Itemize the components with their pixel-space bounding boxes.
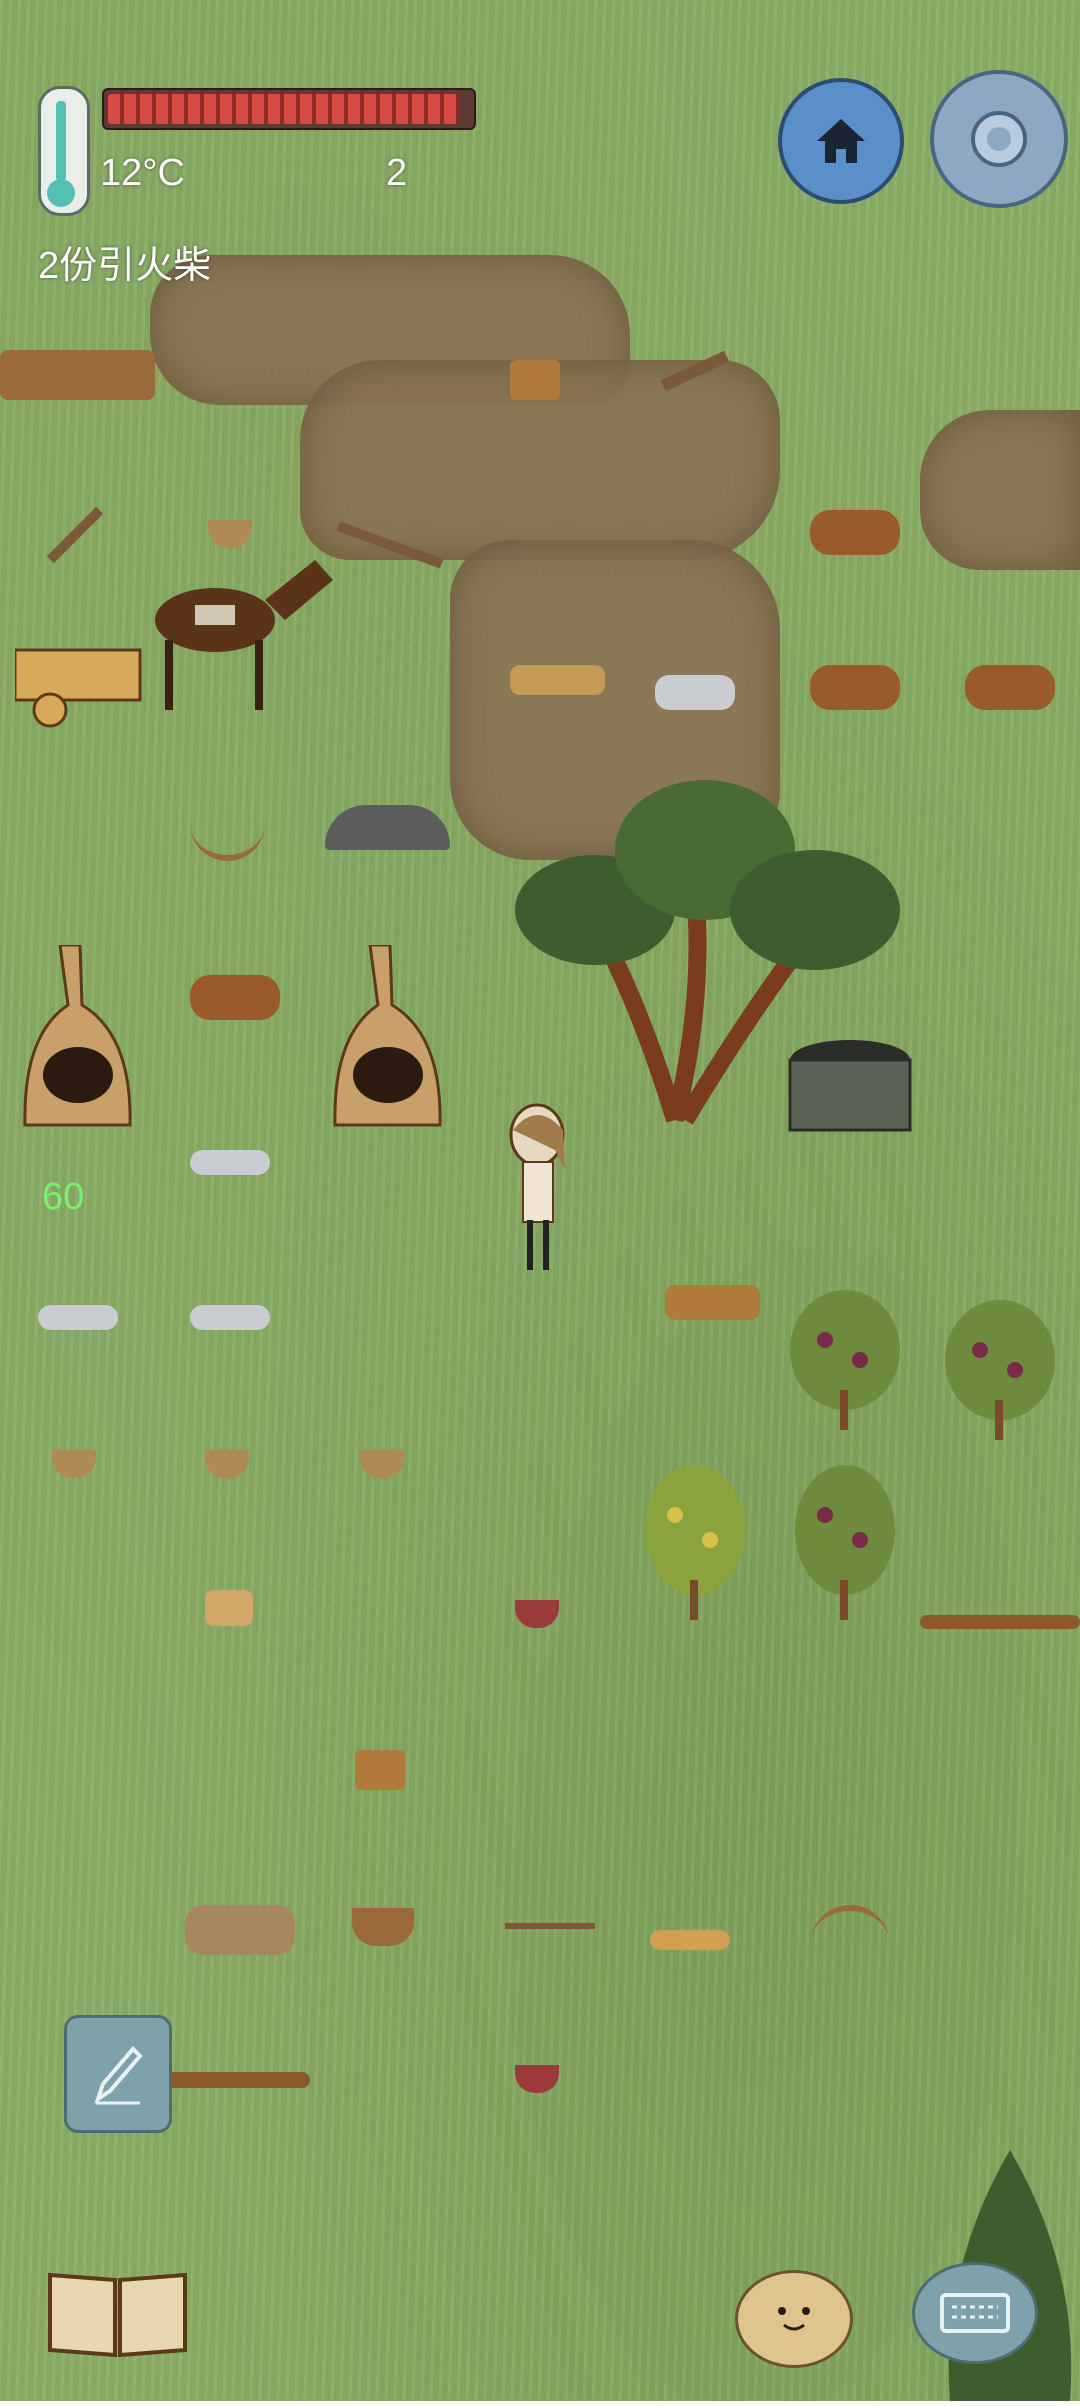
book-icon — [48, 2272, 187, 2358]
bowl[interactable] — [360, 1450, 404, 1478]
stone-well[interactable] — [785, 1035, 915, 1135]
flat-stone[interactable] — [190, 1150, 270, 1175]
log-pile[interactable] — [0, 350, 155, 400]
kindling-pile[interactable] — [665, 1285, 760, 1320]
bow-drill[interactable] — [190, 815, 265, 861]
gear-icon — [971, 111, 1027, 167]
berry-bowl[interactable] — [515, 1600, 559, 1628]
home-compass-icon — [817, 119, 865, 163]
face-emote-icon — [778, 2307, 810, 2331]
bowl[interactable] — [52, 1450, 96, 1478]
pencil-button[interactable] — [64, 2015, 172, 2133]
fiber-pile[interactable] — [965, 665, 1055, 710]
stick[interactable] — [505, 1923, 595, 1929]
recipe-book-button[interactable] — [45, 2265, 190, 2360]
health-bar-fill — [108, 94, 459, 124]
flat-stone[interactable] — [190, 1305, 270, 1330]
temperature-readout: 12°C — [100, 152, 185, 194]
keyboard-chat-icon — [940, 2293, 1010, 2333]
bread-loaf[interactable] — [185, 1905, 295, 1955]
wood-pieces[interactable] — [355, 1750, 405, 1790]
fiber-pile[interactable] — [810, 510, 900, 555]
basket[interactable] — [352, 1908, 414, 1946]
horse-cart[interactable] — [13, 540, 335, 730]
wood-pieces[interactable] — [510, 360, 560, 400]
berry-bush[interactable] — [940, 1300, 1060, 1440]
flatbreads[interactable] — [650, 1930, 730, 1950]
kiln[interactable] — [20, 943, 135, 1130]
berry-bowl[interactable] — [515, 2065, 559, 2093]
kindling-pile[interactable] — [510, 665, 605, 695]
game-world[interactable]: 12°C 2 2份引火柴 60 — [0, 0, 1080, 2401]
dirt-patch — [920, 410, 1080, 570]
fps-counter: 60 — [42, 1176, 85, 1218]
berry-bush[interactable] — [785, 1290, 905, 1430]
berry-bush[interactable] — [790, 1460, 900, 1620]
flat-stone[interactable] — [655, 675, 735, 710]
plate-stack[interactable] — [205, 1590, 253, 1626]
home-compass-button[interactable] — [778, 78, 904, 204]
chat-keyboard-button[interactable] — [912, 2262, 1038, 2364]
pencil-icon — [94, 2046, 143, 2105]
log[interactable] — [920, 1615, 1080, 1629]
bowl[interactable] — [205, 1450, 249, 1478]
item-count: 2 — [386, 152, 408, 194]
fiber-pile[interactable] — [810, 665, 900, 710]
settings-button[interactable] — [930, 70, 1068, 208]
flat-stone[interactable] — [38, 1305, 118, 1330]
log[interactable] — [165, 2072, 310, 2088]
bow-saw[interactable] — [810, 1905, 890, 1951]
player-character[interactable] — [505, 1100, 575, 1275]
kiln[interactable] — [330, 943, 445, 1130]
rock-mound[interactable] — [325, 805, 450, 850]
emote-button[interactable] — [735, 2270, 853, 2368]
health-bar — [102, 88, 476, 130]
thermometer-icon — [38, 86, 90, 216]
fiber-pile[interactable] — [190, 975, 280, 1020]
kindling-status: 2份引火柴 — [38, 245, 212, 287]
berry-bush[interactable] — [640, 1460, 750, 1620]
